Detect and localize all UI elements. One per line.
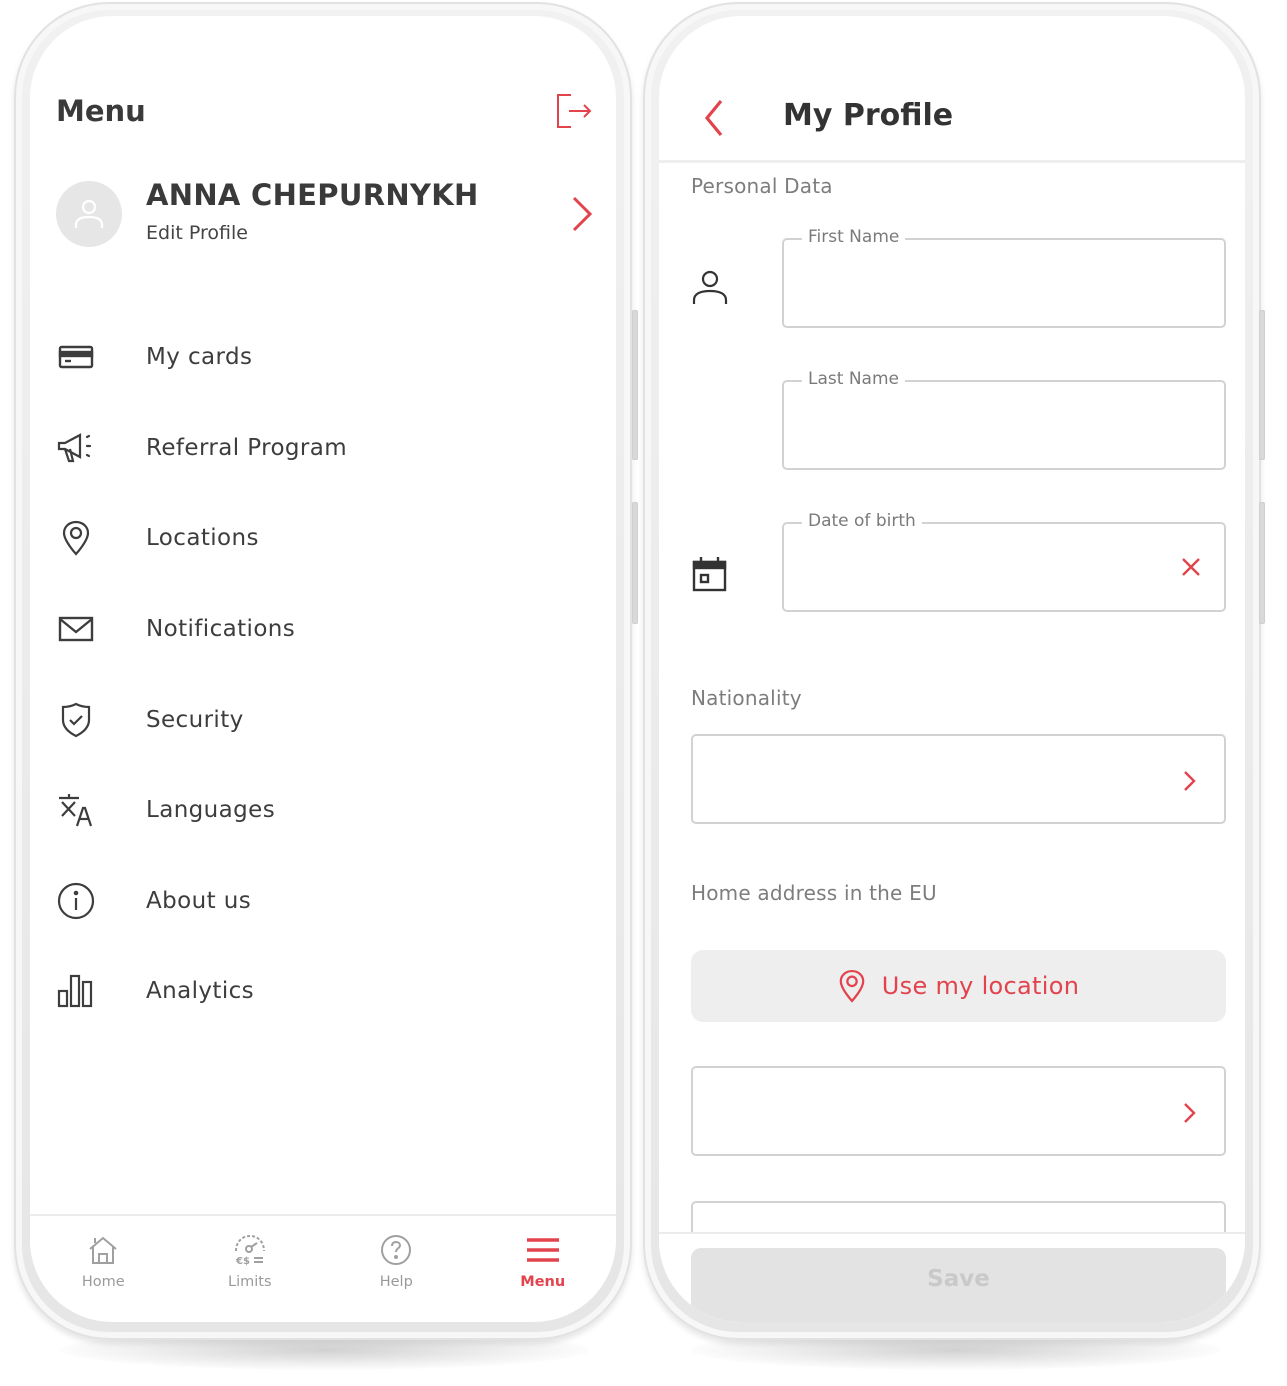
menu-item-about-us[interactable]: About us	[56, 856, 596, 947]
side-button	[1259, 310, 1265, 460]
first-name-field[interactable]: First Name	[782, 227, 1226, 328]
chevron-left-icon[interactable]	[699, 96, 729, 140]
menu-item-my-cards[interactable]: My cards	[56, 312, 596, 403]
save-button[interactable]: Save	[691, 1248, 1226, 1322]
menu-item-security[interactable]: Security	[56, 674, 596, 765]
menu-item-label: My cards	[146, 344, 253, 371]
tab-menu[interactable]: Menu	[470, 1216, 617, 1304]
phone-frame-profile: My Profile Personal Data First Name Last…	[643, 2, 1265, 1340]
date-of-birth-label: Date of birth	[802, 511, 922, 531]
menu-item-languages[interactable]: Languages	[56, 765, 596, 856]
chevron-right-icon	[1182, 770, 1196, 792]
profile-screen: My Profile Personal Data First Name Last…	[659, 16, 1245, 1322]
last-name-field[interactable]: Last Name	[782, 369, 1226, 470]
last-name-label: Last Name	[802, 369, 905, 389]
avatar	[56, 181, 122, 247]
user-icon	[691, 268, 729, 308]
menu-item-notifications[interactable]: Notifications	[56, 584, 596, 675]
tab-label: Home	[81, 1274, 125, 1290]
bar-chart-icon	[56, 971, 96, 1011]
menu-item-referral-program[interactable]: Referral Program	[56, 403, 596, 494]
shield-check-icon	[56, 700, 96, 740]
page-title: Menu	[56, 94, 146, 128]
page-title: My Profile	[783, 98, 954, 133]
use-my-location-label: Use my location	[881, 972, 1080, 1000]
side-button	[632, 502, 638, 624]
svg-text:€$: €$	[235, 1256, 250, 1267]
menu-item-analytics[interactable]: Analytics	[56, 946, 596, 1037]
tab-limits[interactable]: €$ Limits	[177, 1216, 324, 1304]
menu-item-label: Notifications	[146, 616, 296, 643]
map-pin-icon	[56, 518, 96, 558]
megaphone-icon	[56, 428, 96, 468]
map-pin-icon	[839, 969, 865, 1003]
date-of-birth-field[interactable]: Date of birth	[782, 511, 1226, 612]
menu-item-label: Languages	[146, 797, 276, 824]
profile-edit-row[interactable]: ANNA CHEPURNYKH Edit Profile	[56, 176, 596, 256]
user-icon	[74, 199, 104, 228]
bottom-tab-bar: Home €$ Limits Help Menu	[30, 1214, 616, 1304]
translate-icon	[56, 790, 96, 830]
menu-item-label: Security	[146, 706, 244, 733]
first-name-label: First Name	[802, 227, 906, 247]
tab-label: Help	[379, 1274, 413, 1290]
tab-label: Limits	[228, 1274, 272, 1290]
phone-frame-menu: Menu ANNA CHEPURNYKH Edit Profile My car…	[14, 2, 638, 1340]
menu-item-label: About us	[146, 887, 252, 914]
side-button	[632, 310, 638, 460]
use-my-location-button[interactable]: Use my location	[691, 950, 1226, 1022]
section-label-nationality: Nationality	[691, 686, 802, 710]
menu-item-label: Analytics	[146, 978, 255, 1005]
profile-name: ANNA CHEPURNYKH	[146, 178, 479, 212]
close-icon[interactable]	[1180, 556, 1202, 578]
home-icon	[85, 1232, 121, 1268]
menu-item-label: Locations	[146, 525, 259, 552]
menu-item-locations[interactable]: Locations	[56, 493, 596, 584]
side-button	[1259, 502, 1265, 624]
credit-card-icon	[56, 337, 96, 377]
section-label-personal-data: Personal Data	[691, 174, 833, 198]
section-label-home-address: Home address in the EU	[691, 881, 937, 905]
logout-icon[interactable]	[555, 92, 595, 132]
chevron-right-icon[interactable]	[568, 194, 596, 234]
menu-item-label: Referral Program	[146, 434, 348, 461]
calendar-icon[interactable]	[691, 554, 729, 594]
tab-home[interactable]: Home	[30, 1216, 177, 1304]
info-icon	[56, 881, 96, 921]
envelope-icon	[56, 609, 96, 649]
chevron-right-icon	[1182, 1102, 1196, 1124]
menu-list: My cards Referral Program Locations Noti…	[56, 312, 596, 1037]
hamburger-icon	[525, 1232, 561, 1268]
menu-screen: Menu ANNA CHEPURNYKH Edit Profile My car…	[30, 16, 616, 1322]
edit-profile-link[interactable]: Edit Profile	[146, 222, 248, 244]
gauge-currency-icon: €$	[232, 1232, 268, 1268]
tab-label: Menu	[520, 1274, 566, 1290]
nationality-select[interactable]	[691, 734, 1226, 824]
help-circle-icon	[378, 1232, 414, 1268]
header-divider	[659, 160, 1245, 163]
address-select[interactable]	[691, 1066, 1226, 1156]
tab-help[interactable]: Help	[323, 1216, 470, 1304]
